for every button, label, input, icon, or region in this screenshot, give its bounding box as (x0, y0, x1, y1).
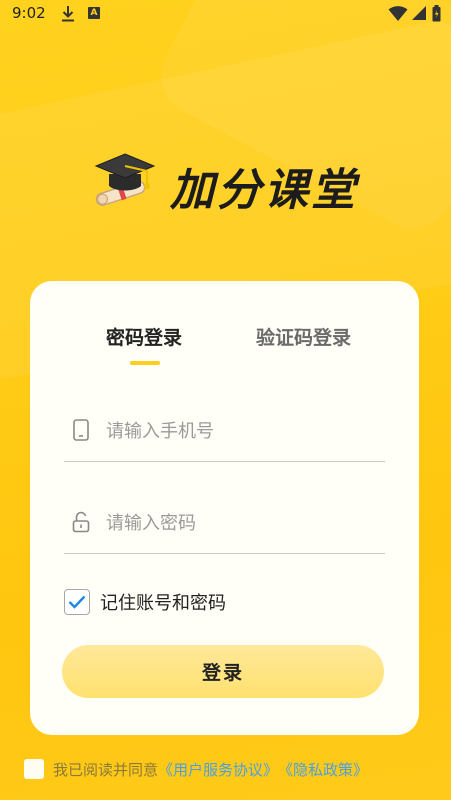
phone-field (64, 401, 385, 462)
download-icon (62, 6, 74, 22)
status-time: 9:02 (12, 4, 46, 22)
tab-password-login[interactable]: 密码登录 (106, 323, 182, 350)
wifi-icon (388, 6, 408, 21)
agreement-row: 我已阅读并同意 《用户服务协议》 《隐私政策》 (24, 757, 368, 781)
phone-input[interactable] (104, 415, 378, 447)
app-title: 加分课堂 (170, 165, 358, 216)
signal-icon (412, 6, 426, 20)
graduation-cap-icon (94, 153, 156, 206)
remember-me[interactable]: 记住账号和密码 (64, 588, 226, 616)
battery-icon (432, 5, 441, 22)
privacy-policy-link[interactable]: 《隐私政策》 (278, 759, 368, 780)
tab-code-login[interactable]: 验证码登录 (256, 323, 351, 350)
a-notification-icon: A (88, 7, 100, 19)
password-input[interactable] (104, 507, 378, 539)
remember-checkbox[interactable] (64, 589, 90, 615)
lock-icon (72, 511, 90, 533)
agreement-checkbox[interactable] (24, 759, 44, 779)
password-field (64, 493, 385, 554)
active-tab-indicator (130, 361, 160, 365)
agreement-text: 我已阅读并同意 (53, 760, 159, 779)
user-agreement-link[interactable]: 《用户服务协议》 (158, 759, 278, 780)
checkmark-icon (68, 595, 86, 609)
remember-label: 记住账号和密码 (100, 593, 226, 614)
status-bar: 9:02 A (0, 0, 451, 28)
phone-icon (73, 419, 89, 441)
app-logo: 加分课堂 (92, 150, 382, 220)
login-card: 密码登录 验证码登录 记住账号和密码 登录 (30, 281, 419, 735)
login-button[interactable]: 登录 (62, 645, 384, 698)
